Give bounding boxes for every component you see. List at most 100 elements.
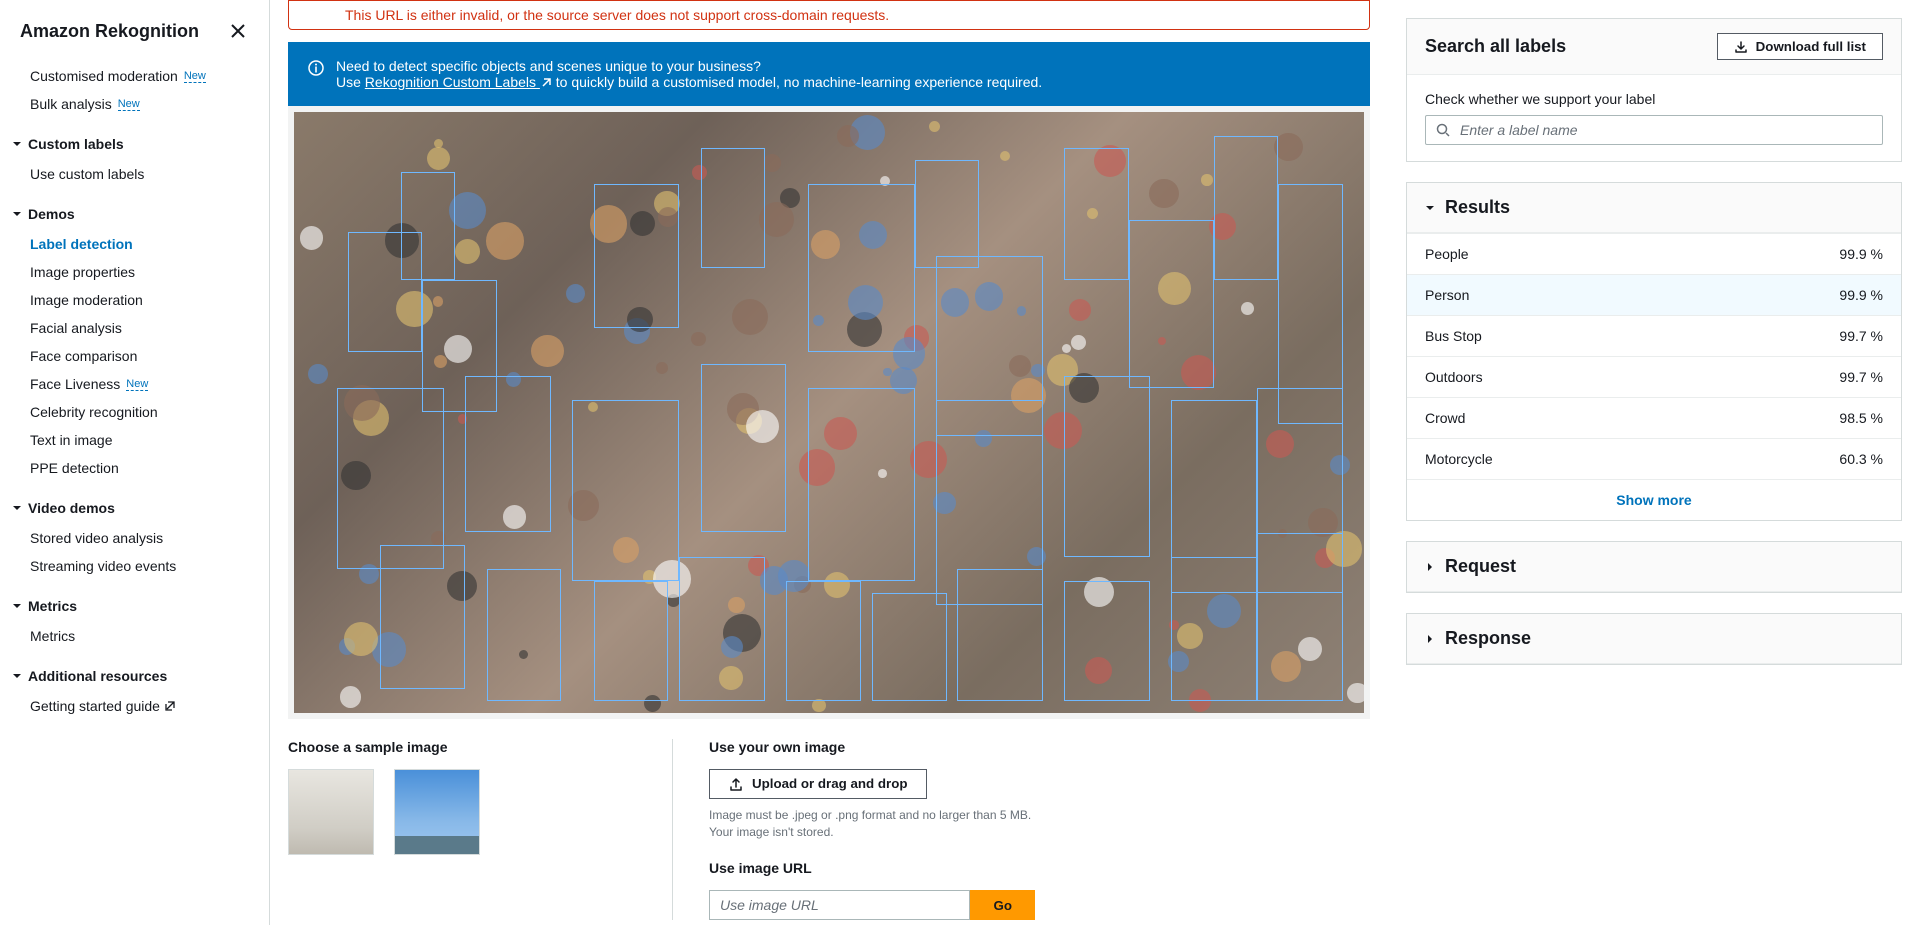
result-row[interactable]: Bus Stop 99.7 %	[1407, 316, 1901, 357]
bounding-box	[572, 400, 679, 580]
bounding-box	[380, 545, 466, 689]
sidebar-item[interactable]: Text in image	[0, 426, 269, 454]
sample-thumb-1[interactable]	[288, 769, 374, 855]
sidebar-item[interactable]: Facial analysis	[0, 314, 269, 342]
caret-down-icon	[1425, 203, 1435, 213]
result-confidence: 60.3 %	[1839, 451, 1883, 467]
bounding-box	[1129, 220, 1215, 388]
bounding-box	[1257, 533, 1343, 701]
new-badge: New	[126, 378, 148, 391]
search-box[interactable]	[1425, 115, 1883, 145]
bounding-box	[1064, 581, 1150, 701]
bounding-box	[786, 581, 861, 701]
image-url-input[interactable]	[709, 890, 970, 920]
result-row[interactable]: Crowd98.5 %	[1407, 398, 1901, 439]
close-icon	[231, 24, 245, 38]
bounding-box	[808, 388, 915, 580]
upload-button[interactable]: Upload or drag and drop	[709, 769, 927, 799]
main-content: This URL is either invalid, or the sourc…	[270, 0, 1388, 925]
caret-down-icon	[12, 209, 22, 219]
search-label: Check whether we support your label	[1425, 91, 1883, 107]
show-more-button[interactable]: Show more	[1407, 480, 1901, 520]
bounding-box	[594, 184, 680, 328]
go-button[interactable]: Go	[970, 890, 1035, 920]
bounding-box	[872, 593, 947, 701]
sidebar-item[interactable]: Image moderation	[0, 286, 269, 314]
bounding-box	[465, 376, 551, 532]
sidebar-section-header[interactable]: Custom labels	[0, 128, 269, 160]
caret-right-icon	[1425, 562, 1435, 572]
sidebar-item[interactable]: Bulk analysisNew	[0, 90, 269, 118]
right-panel: Search all labels Download full list Che…	[1388, 0, 1920, 925]
result-label: Outdoors	[1425, 369, 1483, 385]
sidebar-item[interactable]: Label detection	[0, 230, 269, 258]
sidebar-item[interactable]: Stored video analysis	[0, 524, 269, 552]
result-label: Bus Stop	[1425, 328, 1482, 344]
sidebar-item[interactable]: Metrics	[0, 622, 269, 650]
result-row[interactable]: People99.9 %	[1407, 234, 1901, 275]
new-badge: New	[184, 70, 206, 83]
search-panel: Search all labels Download full list Che…	[1406, 18, 1902, 162]
sidebar-section-header[interactable]: Demos	[0, 198, 269, 230]
bounding-box	[808, 184, 915, 352]
upload-button-label: Upload or drag and drop	[752, 776, 908, 791]
result-row[interactable]: Outdoors 99.7 %	[1407, 357, 1901, 398]
sidebar-close-button[interactable]	[227, 20, 249, 42]
external-link-icon	[164, 700, 176, 712]
results-header[interactable]: Results	[1407, 183, 1901, 233]
info-icon	[308, 60, 324, 90]
custom-labels-link[interactable]: Rekognition Custom Labels	[365, 74, 552, 90]
label-search-input[interactable]	[1460, 122, 1872, 138]
sidebar-item[interactable]: Getting started guide	[0, 692, 269, 720]
image-panel	[288, 106, 1370, 719]
result-confidence: 99.7 %	[1839, 328, 1883, 344]
upload-icon	[728, 776, 744, 792]
sidebar-item[interactable]: Face LivenessNew	[0, 370, 269, 398]
bounding-box	[701, 364, 787, 532]
result-row[interactable]: Person99.9 %	[1407, 275, 1901, 316]
new-badge: New	[118, 98, 140, 111]
sidebar-section-header[interactable]: Metrics	[0, 590, 269, 622]
bounding-box	[594, 581, 669, 701]
info-banner: Need to detect specific objects and scen…	[288, 42, 1370, 106]
bounding-box	[701, 148, 765, 268]
sidebar-item[interactable]: Face comparison	[0, 342, 269, 370]
caret-down-icon	[12, 503, 22, 513]
sidebar: Amazon Rekognition Customised moderation…	[0, 0, 270, 925]
result-label: People	[1425, 246, 1469, 262]
bounding-box	[487, 569, 562, 701]
response-panel: Response	[1406, 613, 1902, 665]
results-panel: Results People99.9 %Person99.9 %Bus Stop…	[1406, 182, 1902, 521]
sidebar-section-header[interactable]: Additional resources	[0, 660, 269, 692]
caret-down-icon	[12, 139, 22, 149]
divider	[672, 739, 673, 921]
caret-right-icon	[1425, 634, 1435, 644]
bounding-box	[337, 388, 444, 568]
result-label: Motorcycle	[1425, 451, 1493, 467]
upload-note: Image must be .jpeg or .png format and n…	[709, 807, 1035, 841]
sidebar-item[interactable]: Streaming video events	[0, 552, 269, 580]
download-icon	[1734, 40, 1748, 54]
result-confidence: 98.5 %	[1839, 410, 1883, 426]
info-banner-lead: Need to detect specific objects and scen…	[336, 58, 1042, 74]
sidebar-item[interactable]: Celebrity recognition	[0, 398, 269, 426]
search-icon	[1436, 123, 1450, 137]
sidebar-item[interactable]: Image properties	[0, 258, 269, 286]
sidebar-section-header[interactable]: Video demos	[0, 492, 269, 524]
sidebar-item[interactable]: Customised moderationNew	[0, 62, 269, 90]
response-header[interactable]: Response	[1407, 614, 1901, 664]
result-confidence: 99.7 %	[1839, 369, 1883, 385]
bounding-box	[915, 160, 979, 268]
sidebar-item[interactable]: Use custom labels	[0, 160, 269, 188]
sidebar-item[interactable]: PPE detection	[0, 454, 269, 482]
sidebar-title: Amazon Rekognition	[20, 21, 199, 42]
url-heading: Use image URL	[709, 860, 1035, 876]
bounding-box	[1064, 376, 1150, 556]
sample-thumb-2[interactable]	[394, 769, 480, 855]
result-row[interactable]: Motorcycle 60.3 %	[1407, 439, 1901, 480]
request-panel: Request	[1406, 541, 1902, 593]
download-button-label: Download full list	[1756, 39, 1866, 54]
download-list-button[interactable]: Download full list	[1717, 33, 1883, 60]
result-label: Person	[1425, 287, 1469, 303]
request-header[interactable]: Request	[1407, 542, 1901, 592]
